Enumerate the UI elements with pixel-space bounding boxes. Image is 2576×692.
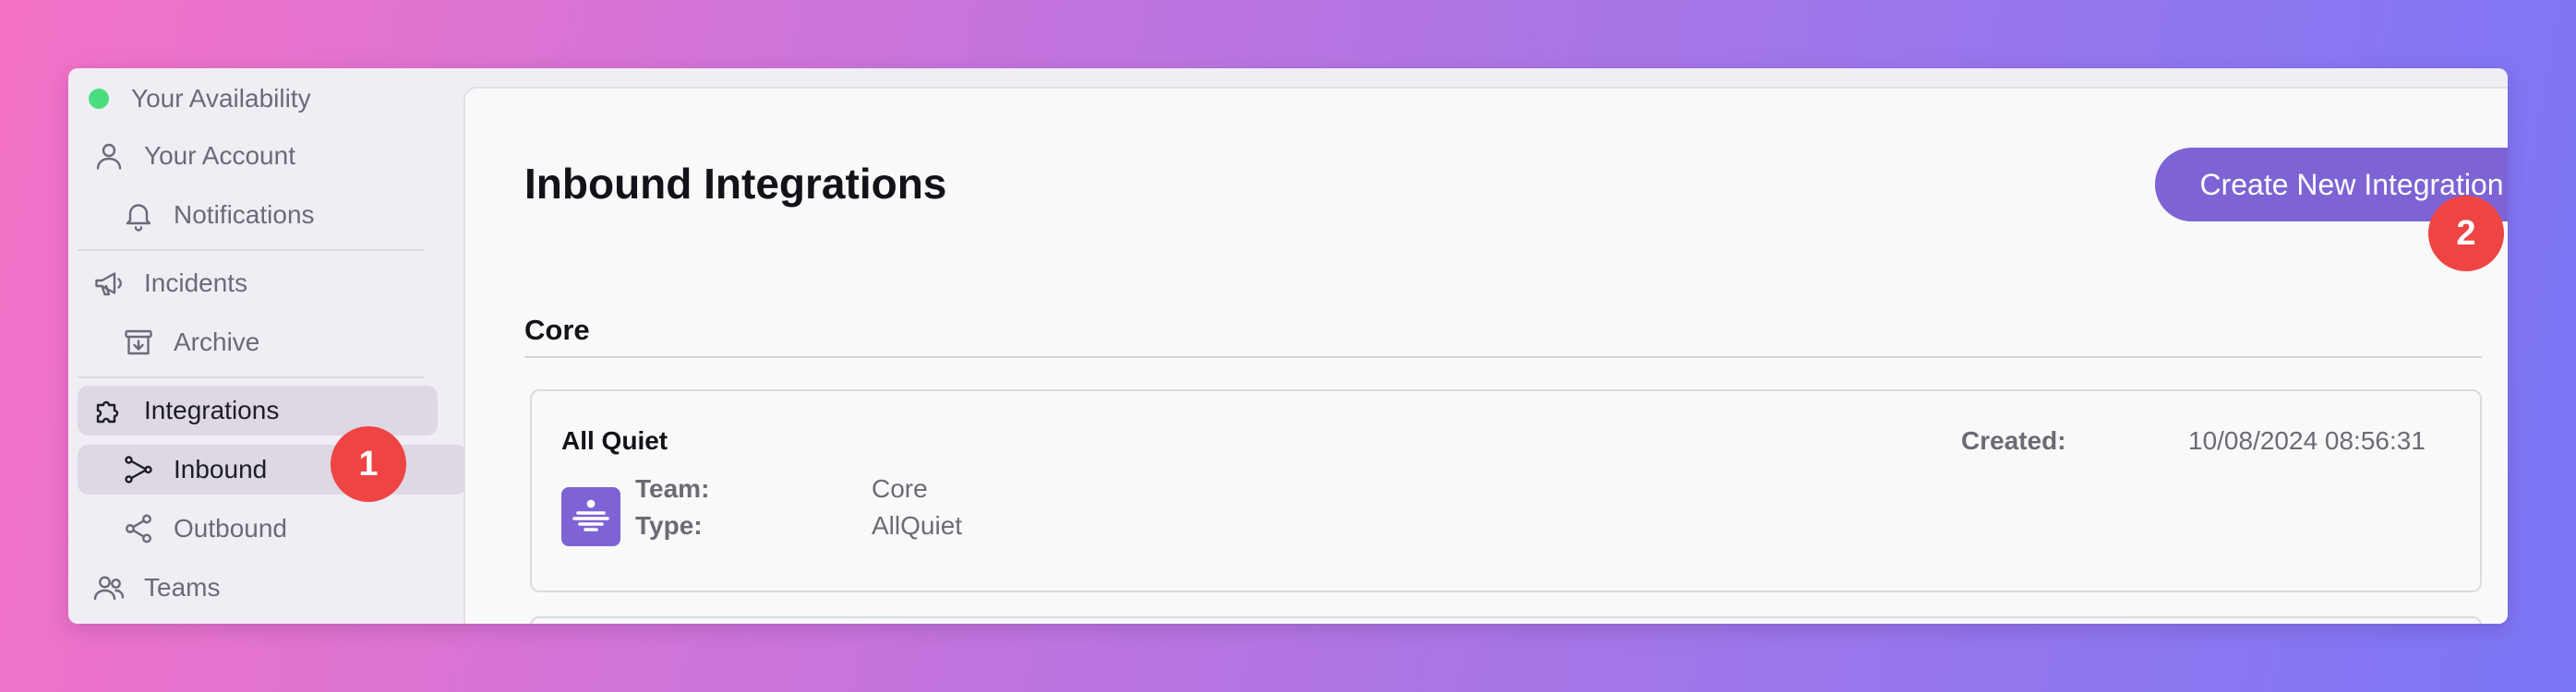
type-label: Type: (635, 511, 703, 540)
created-value: 10/08/2024 08:56:31 (2188, 426, 2426, 455)
team-value: Core (872, 474, 928, 503)
users-icon (90, 569, 127, 606)
sidebar-item-inbound[interactable]: Inbound (78, 445, 467, 495)
step-badge-1: 1 (331, 426, 406, 502)
sidebar-item-label: Teams (144, 573, 221, 602)
sidebar: Your Availability Your Account Notificat… (68, 68, 467, 624)
team-label: Team: (635, 474, 710, 503)
sidebar-item-your-account[interactable]: Your Account (78, 131, 438, 181)
type-value: AllQuiet (872, 511, 963, 540)
integration-card[interactable]: All Quiet Team: Core Type: AllQuiet Crea… (530, 389, 2482, 592)
status-online-icon (89, 89, 109, 109)
sidebar-item-label: Incidents (144, 268, 248, 297)
created-label: Created: (1961, 426, 2066, 455)
integration-name: All Quiet (561, 426, 668, 455)
sidebar-item-archive[interactable]: Archive (78, 317, 467, 367)
bell-icon (120, 197, 157, 233)
share-icon (120, 510, 157, 547)
step-badge-2: 2 (2428, 196, 2504, 271)
section-divider (524, 356, 2482, 358)
sidebar-item-integrations[interactable]: Integrations (78, 386, 438, 435)
sidebar-item-label: Archive (174, 328, 260, 356)
inbound-branch-icon (120, 451, 157, 488)
sidebar-item-label: Notifications (174, 200, 315, 229)
sidebar-item-notifications[interactable]: Notifications (78, 190, 467, 240)
sidebar-divider (78, 376, 425, 378)
archive-icon (120, 324, 157, 361)
availability-status[interactable]: Your Availability (78, 74, 425, 124)
availability-label: Your Availability (131, 84, 311, 113)
integration-card[interactable] (530, 616, 2482, 624)
sidebar-item-label: Outbound (174, 514, 287, 543)
sidebar-item-teams[interactable]: Teams (78, 563, 438, 613)
main-content: Inbound Integrations Create New Integrat… (463, 87, 2508, 624)
user-icon (90, 137, 127, 174)
sidebar-divider (78, 249, 425, 251)
app-window: Your Availability Your Account Notificat… (68, 68, 2508, 624)
allquiet-logo-icon (561, 487, 620, 546)
sidebar-item-incidents[interactable]: Incidents (78, 258, 438, 308)
puzzle-icon (90, 392, 127, 429)
sidebar-item-outbound[interactable]: Outbound (78, 504, 467, 554)
sidebar-item-label: Inbound (174, 455, 268, 483)
section-heading-core: Core (524, 314, 590, 346)
page-title: Inbound Integrations (524, 160, 947, 208)
sidebar-item-label: Your Account (144, 141, 295, 170)
sidebar-item-label: Integrations (144, 396, 280, 424)
megaphone-icon (90, 265, 127, 302)
